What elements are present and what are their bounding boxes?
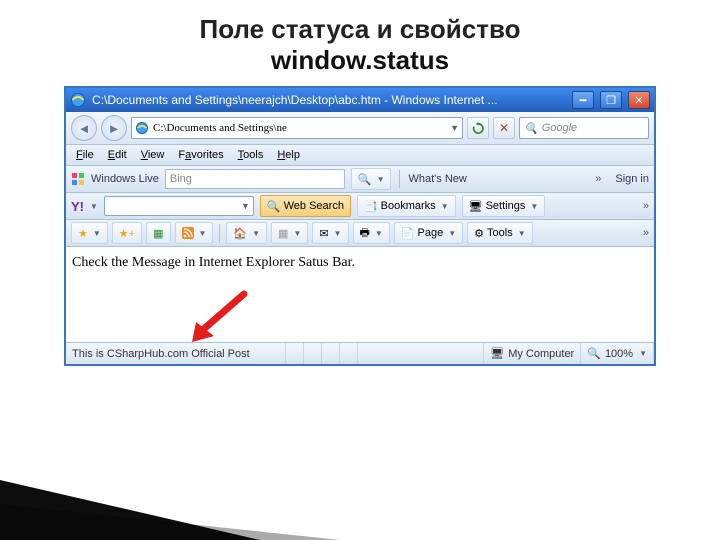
window-title: C:\Documents and Settings\neerajch\Deskt… bbox=[92, 93, 566, 107]
settings-icon: 🖥 bbox=[469, 200, 483, 213]
address-dropdown-icon[interactable]: ▼ bbox=[450, 123, 459, 133]
title-line-2: window.status bbox=[0, 45, 720, 76]
tools-label: Tools bbox=[487, 227, 513, 239]
menu-help[interactable]: Help bbox=[271, 147, 306, 163]
page-text: Check the Message in Internet Explorer S… bbox=[72, 255, 355, 270]
yahoo-search-input[interactable]: ▼ bbox=[104, 196, 254, 216]
yahoo-search-dropdown-icon[interactable]: ▼ bbox=[241, 201, 250, 211]
menubar: File Edit View Favorites Tools Help bbox=[66, 145, 654, 166]
web-search-button[interactable]: 🔍 Web Search bbox=[260, 195, 351, 217]
search-placeholder: Google bbox=[542, 122, 577, 134]
menu-favorites[interactable]: Favorites bbox=[172, 147, 229, 163]
command-bar: ★▼ ★+ ▦ ▼ 🏠▼ ▦▼ ✉▼ 🖶▼ 📄Page▼ ⚙Tools▼ » bbox=[66, 220, 654, 247]
yahoo-toolbar: Y! ▼ ▼ 🔍 Web Search 📑 Bookmarks ▼ 🖥 Sett… bbox=[66, 193, 654, 220]
status-empty-3 bbox=[322, 343, 340, 364]
maximize-button[interactable]: ❐ bbox=[600, 91, 622, 109]
bing-input[interactable]: Bing bbox=[165, 169, 345, 189]
stop-button[interactable]: ✕ bbox=[493, 117, 515, 139]
bookmarks-label: Bookmarks bbox=[381, 200, 436, 212]
title-line-1: Поле статуса и свойство bbox=[0, 14, 720, 45]
menu-file[interactable]: File bbox=[70, 147, 100, 163]
search-icon: 🔍 bbox=[524, 122, 538, 135]
overflow-icon-2[interactable]: » bbox=[643, 200, 649, 212]
status-empty-2 bbox=[304, 343, 322, 364]
status-message: This is CSharpHub.com Official Post bbox=[72, 348, 250, 360]
status-empty-1 bbox=[286, 343, 304, 364]
address-input[interactable] bbox=[153, 122, 446, 134]
page-icon bbox=[135, 121, 149, 135]
overflow-icon-3[interactable]: » bbox=[643, 227, 649, 239]
bookmarks-icon: 📑 bbox=[364, 200, 378, 213]
bing-placeholder: Bing bbox=[170, 173, 192, 185]
overflow-icon[interactable]: » bbox=[595, 173, 601, 185]
computer-icon: 🖥 bbox=[490, 347, 504, 360]
windows-live-icon bbox=[71, 172, 85, 186]
menu-view[interactable]: View bbox=[135, 147, 171, 163]
separator bbox=[399, 170, 400, 188]
slide-title: Поле статуса и свойство window.status bbox=[0, 0, 720, 82]
menu-tools[interactable]: Tools bbox=[232, 147, 270, 163]
settings-button[interactable]: 🖥 Settings ▼ bbox=[462, 195, 546, 217]
yahoo-dropdown[interactable]: ▼ bbox=[90, 202, 98, 211]
forward-button[interactable]: ► bbox=[101, 115, 127, 141]
status-bar: This is CSharpHub.com Official Post 🖥 My… bbox=[66, 342, 654, 364]
zoom-label: 100% bbox=[605, 348, 633, 360]
yahoo-icon: Y! bbox=[71, 199, 84, 214]
status-message-cell: This is CSharpHub.com Official Post bbox=[66, 343, 286, 364]
suggested-sites-button[interactable]: ▦ bbox=[146, 222, 170, 244]
refresh-button[interactable] bbox=[467, 117, 489, 139]
web-search-label: Web Search bbox=[284, 200, 344, 212]
settings-label: Settings bbox=[486, 200, 526, 212]
print-button[interactable]: 🖶▼ bbox=[353, 222, 390, 244]
status-empty-grow bbox=[358, 343, 484, 364]
separator bbox=[219, 224, 220, 242]
bookmarks-button[interactable]: 📑 Bookmarks ▼ bbox=[357, 195, 456, 217]
zoom-cell[interactable]: 🔍 100% ▼ bbox=[581, 343, 654, 364]
address-bar[interactable]: ▼ bbox=[131, 117, 463, 139]
ie-logo-icon bbox=[70, 92, 86, 108]
bing-search-button[interactable]: 🔍▼ bbox=[351, 168, 392, 190]
tools-menu-button[interactable]: ⚙Tools▼ bbox=[467, 222, 532, 244]
search-box[interactable]: 🔍 Google bbox=[519, 117, 649, 139]
minimize-button[interactable]: ━ bbox=[572, 91, 594, 109]
slide-decoration bbox=[0, 480, 260, 540]
page-content: Check the Message in Internet Explorer S… bbox=[66, 247, 654, 342]
whats-new-label[interactable]: What's New bbox=[408, 173, 466, 185]
mail-button[interactable]: ✉▼ bbox=[312, 222, 348, 244]
titlebar: C:\Documents and Settings\neerajch\Deskt… bbox=[66, 88, 654, 112]
zoom-dropdown-icon[interactable]: ▼ bbox=[639, 349, 647, 358]
back-button[interactable]: ◄ bbox=[71, 115, 97, 141]
windows-live-toolbar: Windows Live Bing 🔍▼ What's New » Sign i… bbox=[66, 166, 654, 193]
close-button[interactable]: ✕ bbox=[628, 91, 650, 109]
nav-row: ◄ ► ▼ ✕ 🔍 Google bbox=[66, 112, 654, 145]
home-button[interactable]: 🏠▼ bbox=[226, 222, 267, 244]
feeds-gray-button[interactable]: ▦▼ bbox=[271, 222, 308, 244]
search-glass-icon: 🔍 bbox=[267, 200, 281, 213]
annotation-arrow-icon bbox=[184, 286, 254, 346]
screenshot-window: C:\Documents and Settings\neerajch\Deskt… bbox=[64, 86, 656, 366]
add-favorite-button[interactable]: ★+ bbox=[112, 222, 142, 244]
menu-edit[interactable]: Edit bbox=[102, 147, 133, 163]
status-empty-4 bbox=[340, 343, 358, 364]
windows-live-label: Windows Live bbox=[91, 173, 159, 185]
page-menu-button[interactable]: 📄Page▼ bbox=[394, 222, 463, 244]
page-label: Page bbox=[418, 227, 444, 239]
feeds-button[interactable]: ▼ bbox=[175, 222, 214, 244]
sign-in-link[interactable]: Sign in bbox=[615, 173, 649, 185]
zoom-icon: 🔍 bbox=[587, 347, 601, 360]
favorites-star-button[interactable]: ★▼ bbox=[71, 222, 108, 244]
security-zone-cell: 🖥 My Computer bbox=[484, 343, 581, 364]
zone-label: My Computer bbox=[508, 348, 574, 360]
